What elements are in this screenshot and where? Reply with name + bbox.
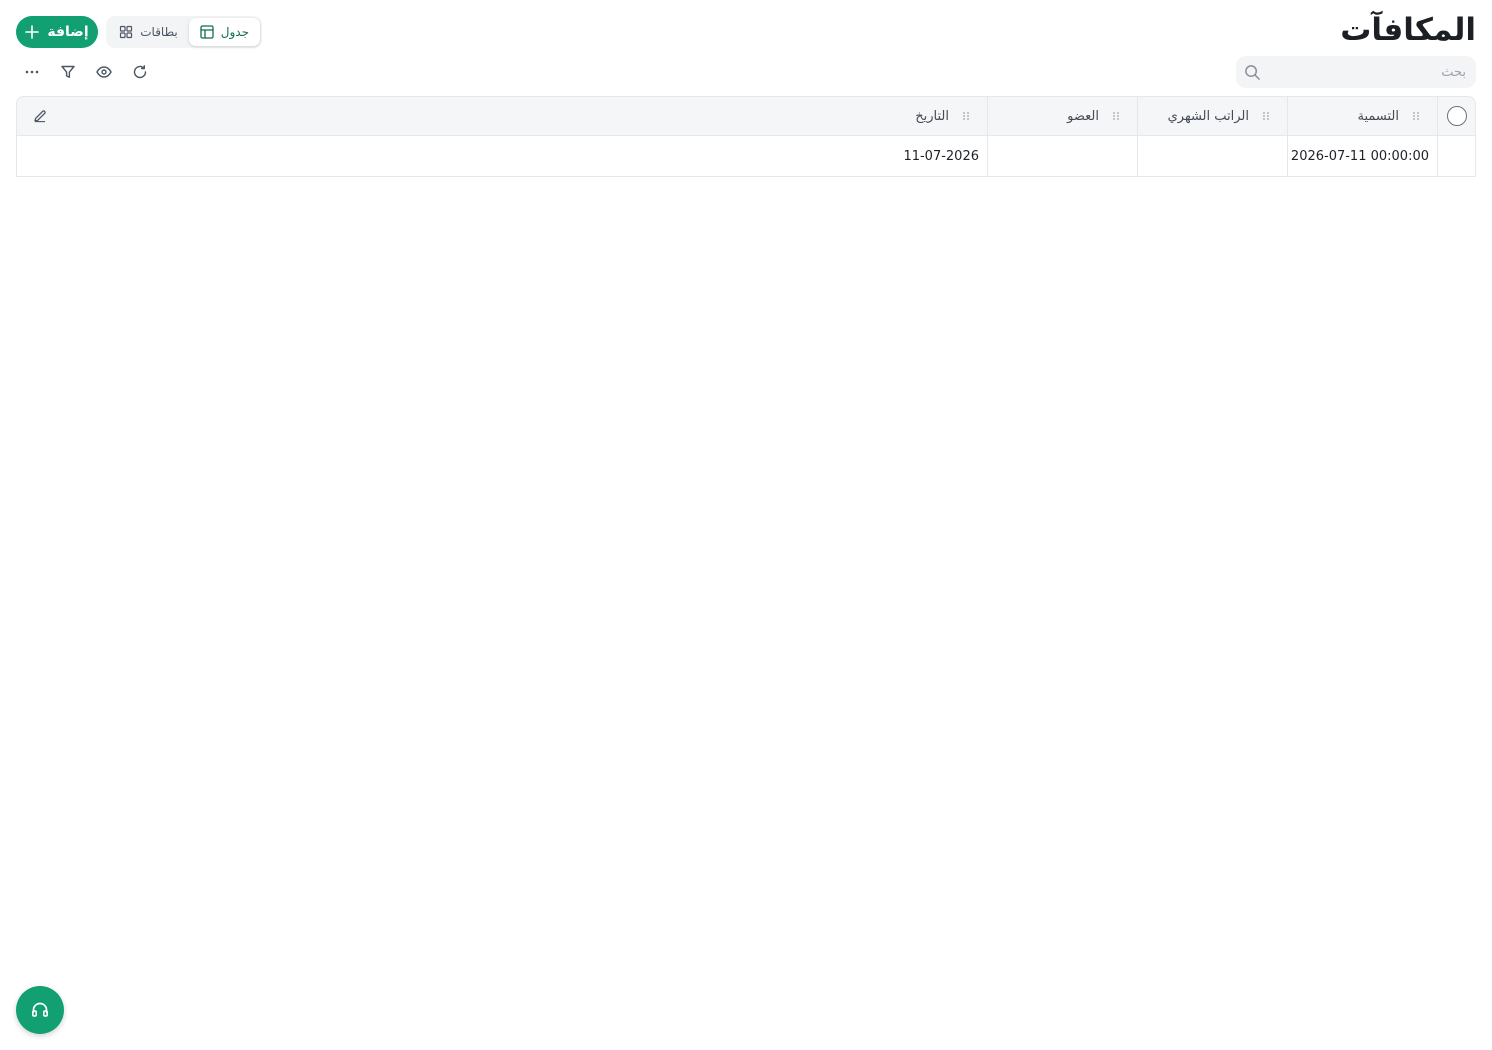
column-divider (1137, 97, 1138, 135)
support-button[interactable] (16, 986, 64, 1034)
columns-visibility-button[interactable] (92, 60, 116, 84)
tab-cards-label: بطاقات (140, 25, 178, 39)
search-input[interactable] (1276, 56, 1476, 88)
column-divider (987, 136, 988, 176)
select-all-checkbox[interactable] (1447, 106, 1467, 126)
drag-handle-icon[interactable] (1261, 111, 1271, 121)
column-title: التاريخ (915, 108, 949, 124)
tab-table-label: جدول (220, 25, 249, 39)
more-button[interactable] (20, 60, 44, 84)
column-divider (1287, 136, 1288, 176)
page-title: المكافآت (1340, 12, 1476, 48)
table-header: التسمية الراتب الشهري العضو التاريخ (16, 96, 1476, 136)
drag-handle-icon[interactable] (1111, 111, 1121, 121)
column-divider (1137, 136, 1138, 176)
plus-icon (25, 25, 40, 39)
column-header-monthly-salary[interactable]: الراتب الشهري (1137, 97, 1287, 135)
drag-handle-icon[interactable] (961, 111, 971, 121)
tab-cards[interactable]: بطاقات (108, 18, 189, 46)
eye-icon (96, 66, 112, 78)
column-title: التسمية (1357, 108, 1399, 124)
more-icon (25, 70, 39, 74)
table-icon (200, 25, 214, 39)
column-title: العضو (1067, 108, 1099, 124)
headset-icon (31, 1002, 49, 1017)
cell-label: 2026-07-11 00:00:00 (1290, 148, 1429, 164)
refresh-icon (133, 65, 147, 79)
column-divider (1437, 136, 1438, 176)
grid-icon (120, 25, 133, 39)
add-label: إضافة (47, 24, 89, 40)
drag-handle-icon[interactable] (1411, 111, 1421, 121)
filter-icon (61, 65, 75, 78)
column-header-date[interactable]: التاريخ (687, 97, 987, 135)
column-divider (1437, 97, 1438, 135)
table-row[interactable]: 2026-07-11 00:00:00 11-07-2026 (16, 136, 1476, 177)
search-box (1236, 56, 1476, 88)
search-icon (1245, 65, 1260, 80)
column-title: الراتب الشهري (1167, 108, 1249, 124)
column-divider (1287, 97, 1288, 135)
edit-columns-icon[interactable] (33, 109, 47, 123)
toolbar (20, 60, 152, 84)
refresh-button[interactable] (128, 60, 152, 84)
filter-button[interactable] (56, 60, 80, 84)
cell-date: 11-07-2026 (903, 148, 979, 164)
column-header-label[interactable]: التسمية (1287, 97, 1437, 135)
tab-table[interactable]: جدول (188, 18, 260, 46)
view-switch: جدول بطاقات (106, 16, 262, 48)
column-divider (987, 97, 988, 135)
column-header-member[interactable]: العضو (987, 97, 1137, 135)
add-button[interactable]: إضافة (16, 16, 98, 48)
